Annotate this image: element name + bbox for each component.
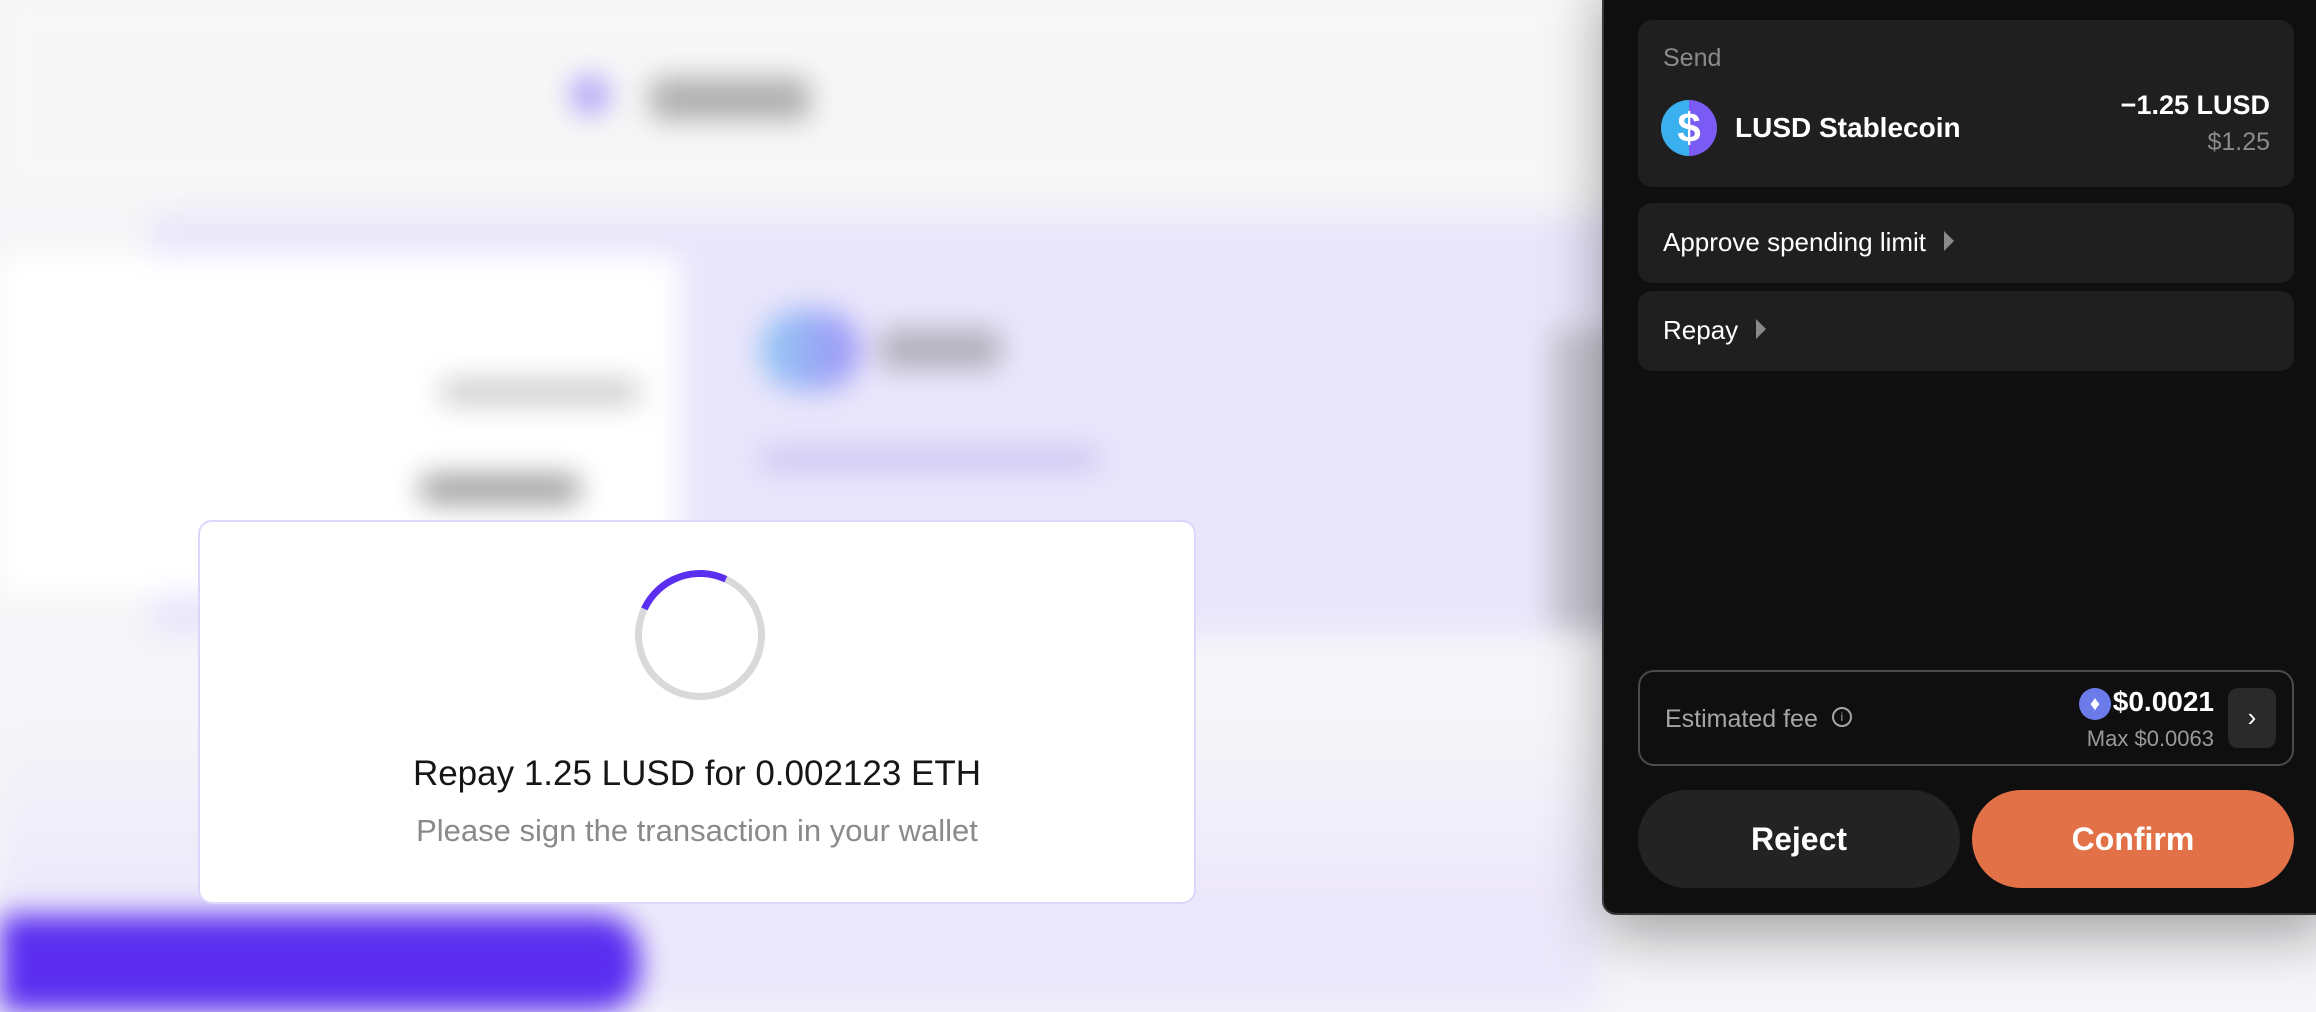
background-logo-icon xyxy=(570,75,610,115)
dollar-icon: $ xyxy=(1661,100,1717,156)
send-summary: Send $ LUSD Stablecoin −1.25 LUSD $1.25 xyxy=(1638,20,2294,187)
step-repay[interactable]: Repay xyxy=(1638,291,2294,371)
background-coin-icon xyxy=(760,310,860,390)
fee-value: $0.0021 xyxy=(2112,686,2214,717)
fee-label: Estimated fee xyxy=(1665,705,1818,733)
background-placeholder xyxy=(880,330,1000,368)
step-label: Repay xyxy=(1663,315,1739,345)
step-approve-spending-limit[interactable]: Approve spending limit xyxy=(1638,203,2294,283)
wallet-panel: Send $ LUSD Stablecoin −1.25 LUSD $1.25 … xyxy=(1602,0,2316,915)
modal-subtitle: Please sign the transaction in your wall… xyxy=(416,813,978,848)
ethereum-icon: ♦ xyxy=(2079,688,2111,720)
token-amount: −1.25 LUSD xyxy=(2120,90,2270,120)
background-placeholder xyxy=(440,380,640,404)
confirm-button[interactable]: Confirm xyxy=(1972,790,2294,888)
token-name: LUSD Stablecoin xyxy=(1735,112,1961,143)
background-placeholder xyxy=(420,475,580,503)
reject-button[interactable]: Reject xyxy=(1638,790,1960,888)
background-placeholder xyxy=(760,450,1100,468)
background-action-button xyxy=(0,915,640,1012)
caret-right-icon xyxy=(1756,319,1767,340)
step-label: Approve spending limit xyxy=(1663,227,1927,257)
background-logo-text xyxy=(650,78,810,120)
token-usd-value: $1.25 xyxy=(2207,128,2270,156)
fee-details-button[interactable]: › xyxy=(2228,688,2276,748)
loading-spinner-icon xyxy=(616,551,784,719)
send-label: Send xyxy=(1663,44,1722,72)
info-icon[interactable]: i xyxy=(1831,707,1852,728)
modal-title: Repay 1.25 LUSD for 0.002123 ETH xyxy=(412,754,982,793)
pending-transaction-modal: Repay 1.25 LUSD for 0.002123 ETH Please … xyxy=(198,520,1196,904)
estimated-fee-row: Estimated fee i ♦ $0.0021 Max $0.0063 › xyxy=(1638,670,2294,766)
fee-max: Max $0.0063 xyxy=(2086,726,2214,751)
caret-right-icon xyxy=(1944,231,1955,252)
